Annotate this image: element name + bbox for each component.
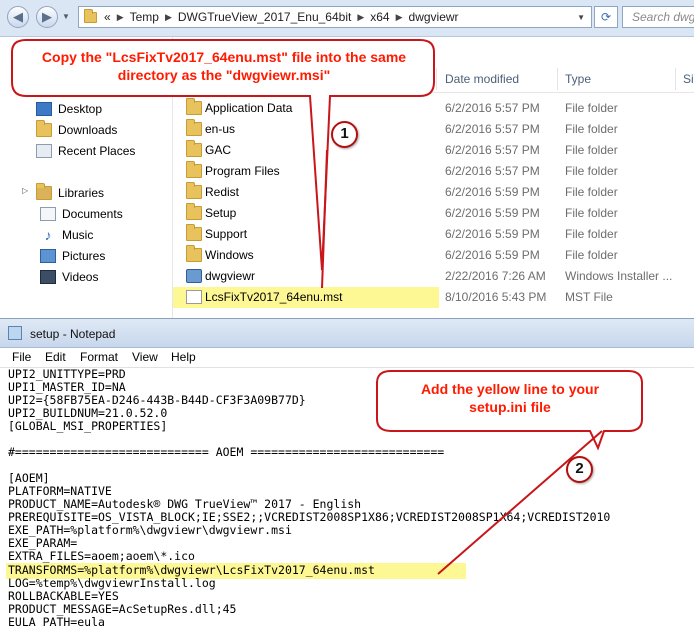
callout-2-pointer [437,430,603,575]
step-2-badge: 2 [566,456,593,483]
step-1-badge: 1 [331,121,358,148]
callout-2-text: Add the yellow line to your setup.ini fi… [420,381,600,415]
callout-shapes [11,39,643,575]
callout-1-text: Copy the "LcsFixTv2017_64enu.mst" file i… [41,49,407,83]
